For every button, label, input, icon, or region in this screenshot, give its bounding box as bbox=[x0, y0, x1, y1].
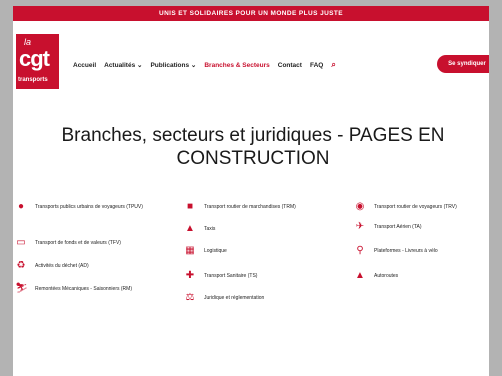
join-button[interactable]: Se syndiquer bbox=[437, 55, 489, 73]
money-icon: ▭ bbox=[16, 237, 26, 248]
item-label: Autoroutes bbox=[374, 273, 399, 279]
slogan: UNIS ET SOLIDAIRES POUR UN MONDE PLUS JU… bbox=[158, 10, 344, 17]
ambulance-icon: ✚ bbox=[185, 270, 195, 281]
logo-cgt: cgt bbox=[19, 46, 50, 71]
list-item[interactable]: ✚ Transport Sanitaire (TS) bbox=[184, 271, 334, 285]
item-label: Juridique et réglementation bbox=[204, 295, 265, 301]
list-item[interactable]: ✈ Transport Aérien (TA) bbox=[354, 222, 489, 236]
nav-item-accueil[interactable]: Accueil bbox=[73, 62, 96, 69]
item-label: Taxis bbox=[204, 226, 216, 232]
list-item[interactable]: ⚲ Plateformes - Livreurs à vélo bbox=[354, 246, 489, 260]
list-item[interactable]: ▲ Taxis bbox=[184, 224, 334, 238]
item-label: Transport routier de voyageurs (TRV) bbox=[374, 204, 457, 210]
item-label: Plateformes - Livreurs à vélo bbox=[374, 248, 438, 254]
search-icon[interactable]: ⌕ bbox=[331, 60, 335, 70]
site-header: la cgt transports Accueil Actualités ⌄ P… bbox=[13, 21, 489, 94]
taxi-icon: ▲ bbox=[185, 223, 195, 234]
list-item[interactable]: ⛷ Remontées Mécaniques - Saisonniers (RM) bbox=[15, 284, 165, 298]
list-item[interactable]: ▦ Logistique bbox=[184, 246, 334, 260]
item-label: Transport Sanitaire (TS) bbox=[204, 273, 258, 279]
skier-icon: ⛷ bbox=[15, 283, 28, 294]
item-label: Transports publics urbains de voyageurs … bbox=[35, 204, 143, 210]
item-label: Logistique bbox=[204, 248, 227, 254]
list-item[interactable]: ■ Transport routier de marchandises (TRM) bbox=[184, 202, 334, 216]
nav-item-contact[interactable]: Contact bbox=[278, 62, 302, 69]
list-item[interactable]: ● Transports publics urbains de voyageurs… bbox=[15, 202, 165, 216]
scales-icon: ⚖ bbox=[185, 292, 195, 303]
nav-item-publications[interactable]: Publications ⌄ bbox=[150, 61, 196, 69]
bicycle-icon: ⚲ bbox=[356, 245, 364, 256]
list-item[interactable]: ▲ Autoroutes bbox=[354, 271, 489, 285]
bus-icon: ◉ bbox=[355, 201, 365, 212]
recycle-icon: ♻ bbox=[16, 260, 26, 271]
logo-sub: transports bbox=[18, 77, 48, 83]
cgt-logo[interactable]: la cgt transports bbox=[16, 34, 59, 89]
list-item[interactable]: ⚖ Juridique et réglementation bbox=[184, 293, 334, 307]
item-label: Transport Aérien (TA) bbox=[374, 224, 422, 230]
nav-item-faq[interactable]: FAQ bbox=[310, 62, 323, 69]
nav-item-actualites[interactable]: Actualités ⌄ bbox=[104, 61, 142, 69]
plane-icon: ✈ bbox=[355, 221, 365, 232]
main-nav: Accueil Actualités ⌄ Publications ⌄ Bran… bbox=[73, 60, 336, 70]
truck-icon: ■ bbox=[186, 201, 194, 212]
page: UNIS ET SOLIDAIRES POUR UN MONDE PLUS JU… bbox=[13, 6, 489, 376]
person-icon: ● bbox=[17, 201, 25, 212]
list-item[interactable]: ▭ Transport de fonds et de valeurs (TFV) bbox=[15, 238, 165, 252]
item-label: Transport routier de marchandises (TRM) bbox=[204, 204, 296, 210]
list-item[interactable]: ◉ Transport routier de voyageurs (TRV) bbox=[354, 202, 489, 216]
list-item[interactable]: ♻ Activités du déchet (AD) bbox=[15, 261, 165, 275]
top-banner: UNIS ET SOLIDAIRES POUR UN MONDE PLUS JU… bbox=[13, 6, 489, 21]
item-label: Transport de fonds et de valeurs (TFV) bbox=[35, 240, 121, 246]
item-label: Activités du déchet (AD) bbox=[35, 263, 89, 269]
item-label: Remontées Mécaniques - Saisonniers (RM) bbox=[35, 286, 132, 292]
boxes-icon: ▦ bbox=[185, 245, 195, 256]
nav-item-branches[interactable]: Branches & Secteurs bbox=[204, 62, 269, 69]
page-title: Branches, secteurs et juridiques - PAGES… bbox=[61, 125, 445, 169]
road-icon: ▲ bbox=[355, 270, 365, 281]
